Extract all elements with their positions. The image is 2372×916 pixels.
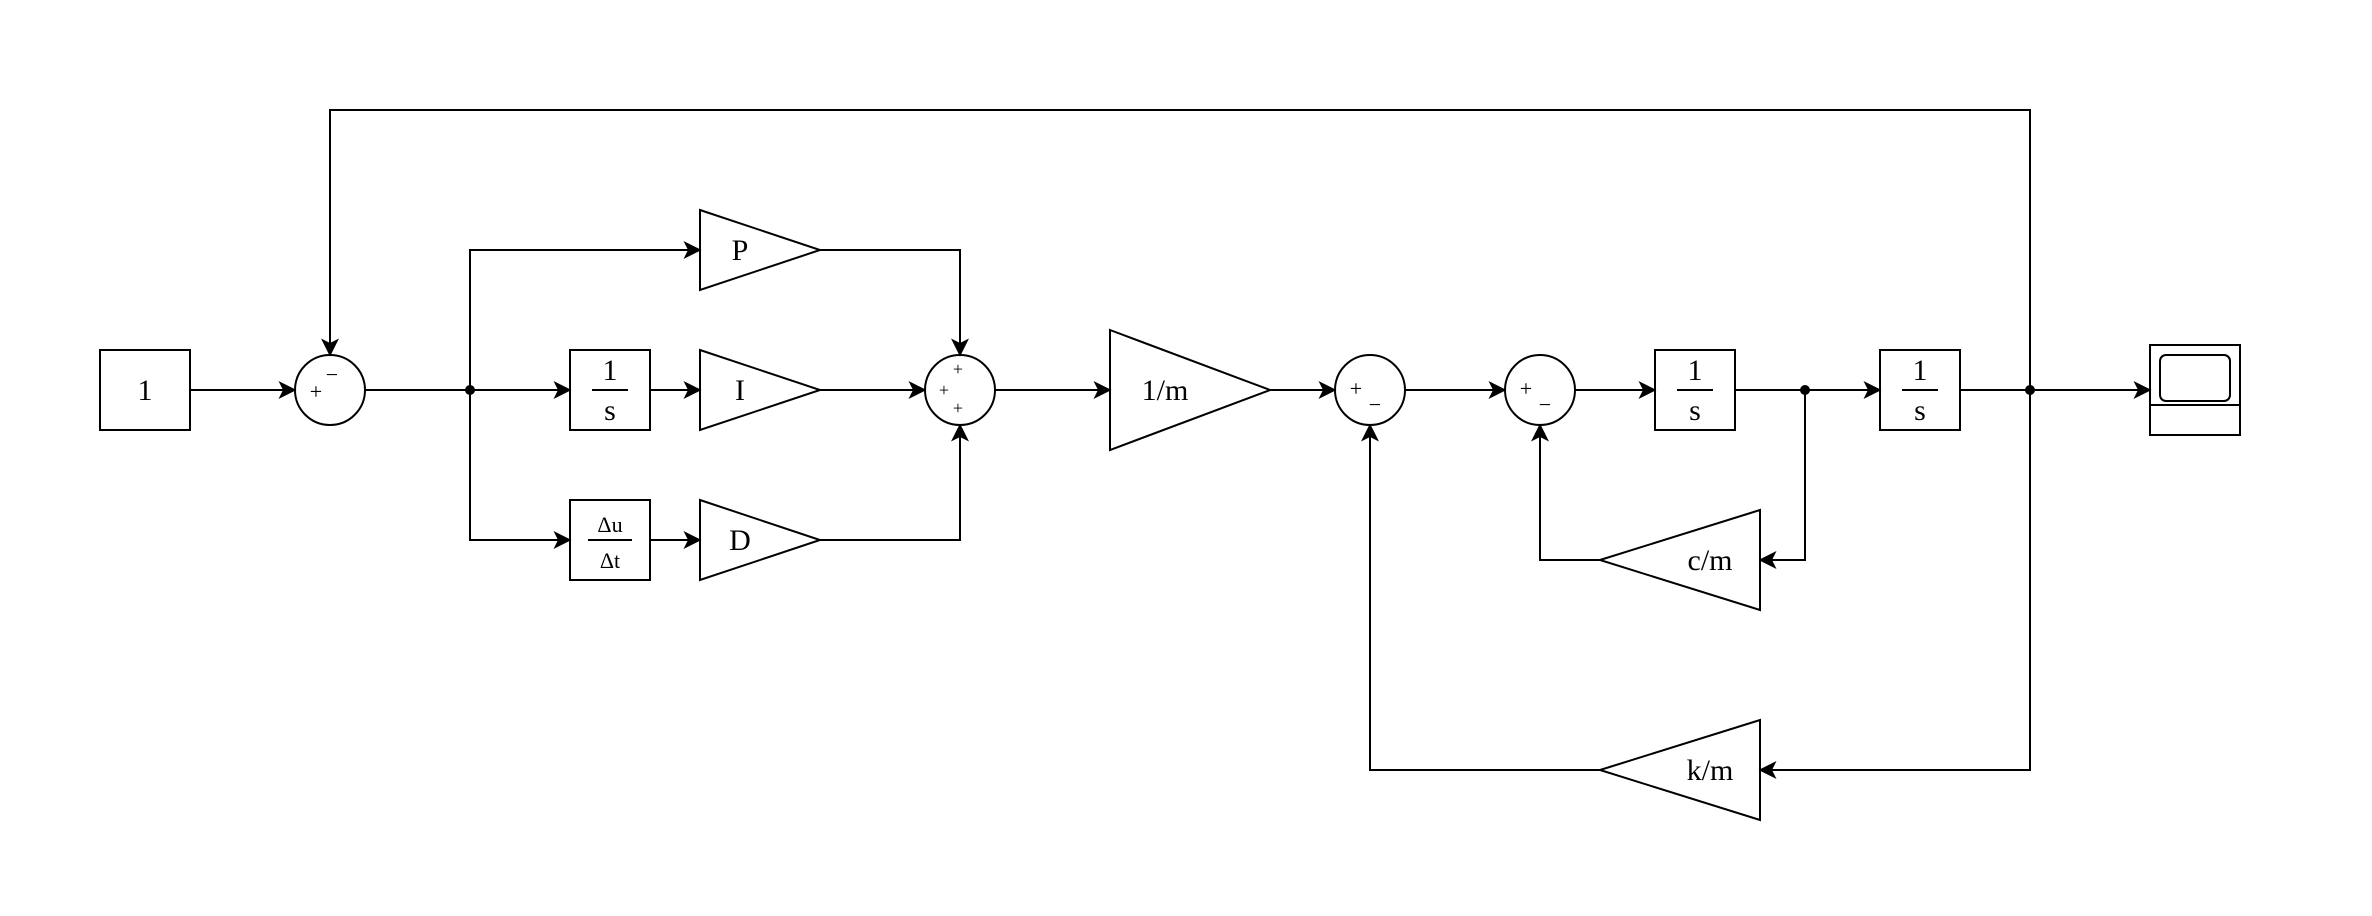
gain-p[interactable]: P: [700, 210, 820, 290]
wire-p-sumpid: [820, 250, 960, 355]
sum-error-minus: −: [326, 362, 338, 387]
sum-error-plus: +: [310, 379, 322, 404]
constant-label: 1: [138, 374, 153, 407]
derivative-block[interactable]: Δu Δt: [570, 500, 650, 580]
constant-block[interactable]: 1: [100, 350, 190, 430]
wire-node-der: [470, 390, 570, 540]
wire-cm-sum3: [1540, 425, 1600, 560]
wire-km-sum2: [1370, 425, 1600, 770]
gain-p-label: P: [732, 234, 749, 267]
integrator-2-num: 1: [1688, 354, 1703, 387]
gain-d-label: D: [729, 524, 751, 557]
gain-d[interactable]: D: [700, 500, 820, 580]
wire-vel-cm: [1760, 390, 1805, 560]
integrator-i-den: s: [604, 394, 616, 427]
sum-pid-left: +: [939, 380, 949, 400]
gain-cm-label: c/m: [1688, 544, 1733, 577]
gain-i[interactable]: I: [700, 350, 820, 430]
integrator-3-den: s: [1914, 394, 1926, 427]
sum-pid-bottom: +: [953, 398, 963, 418]
derivative-den: Δt: [600, 548, 620, 573]
sum-km-minus: −: [1369, 392, 1381, 417]
wire-d-sumpid: [820, 425, 960, 540]
integrator-3-num: 1: [1913, 354, 1928, 387]
gain-cm[interactable]: c/m: [1600, 510, 1760, 610]
integrator-2-den: s: [1689, 394, 1701, 427]
integrator-i-path[interactable]: 1 s: [570, 350, 650, 430]
derivative-num: Δu: [597, 512, 622, 537]
wire-pos-km: [1760, 390, 2030, 770]
integrator-i-num: 1: [603, 354, 618, 387]
sum-km[interactable]: + −: [1335, 355, 1405, 425]
integrator-3[interactable]: 1 s: [1880, 350, 1960, 430]
gain-km[interactable]: k/m: [1600, 720, 1760, 820]
gain-inv-mass-label: 1/m: [1142, 374, 1189, 407]
sum-km-plus: +: [1350, 376, 1362, 401]
sum-cm-minus: −: [1539, 392, 1551, 417]
gain-i-label: I: [735, 374, 745, 407]
integrator-2[interactable]: 1 s: [1655, 350, 1735, 430]
sum-cm[interactable]: + −: [1505, 355, 1575, 425]
gain-km-label: k/m: [1687, 754, 1734, 787]
sum-pid-top: +: [953, 359, 963, 379]
sum-error[interactable]: + −: [295, 355, 365, 425]
sum-pid[interactable]: + + +: [925, 355, 995, 425]
sum-cm-plus: +: [1520, 376, 1532, 401]
gain-inv-mass[interactable]: 1/m: [1110, 330, 1270, 450]
scope-block[interactable]: [2150, 345, 2240, 435]
